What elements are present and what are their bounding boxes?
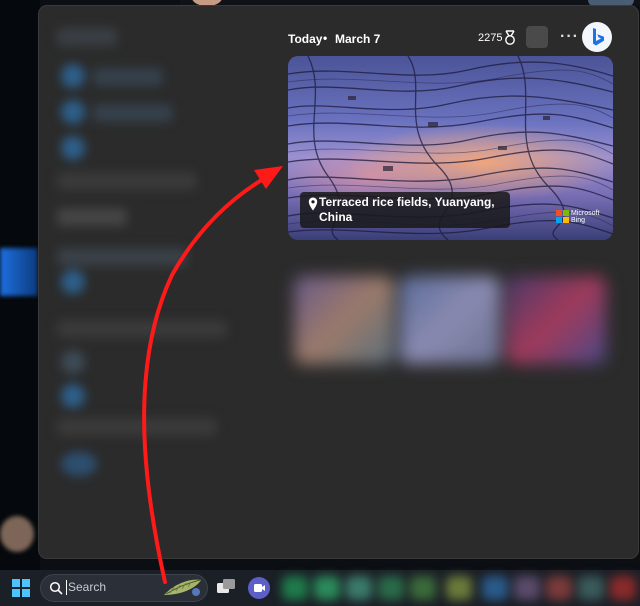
bing-icon <box>593 28 604 46</box>
image-caption-text: Terraced rice fields, Yuanyang, China <box>319 195 495 224</box>
background-selected-item <box>0 248 38 296</box>
search-highlight-feather-icon[interactable] <box>160 576 204 598</box>
widgets-panel: Today • March 7 2275 ··· Terraced rice f… <box>39 6 638 558</box>
bing-button[interactable] <box>582 22 612 52</box>
location-pin-icon <box>308 197 318 211</box>
microsoft-bing-brand: Microsoft Bing <box>571 210 599 224</box>
blurred-news-cards <box>288 276 608 366</box>
teams-chat-icon[interactable] <box>248 577 270 599</box>
search-placeholder: Search <box>68 580 107 594</box>
rewards-points[interactable]: 2275 <box>478 32 502 44</box>
blurred-widgets-column <box>47 20 247 490</box>
more-options-button[interactable]: ··· <box>560 28 579 46</box>
bing-image-card[interactable]: Terraced rice fields, Yuanyang, China Mi… <box>288 56 613 240</box>
background-avatar <box>0 516 34 552</box>
taskbar: Search <box>0 570 640 606</box>
text-caret <box>66 580 67 595</box>
widgets-header: Today • March 7 2275 ··· <box>288 22 618 52</box>
today-label: Today <box>288 32 323 46</box>
brand-line-1: Microsoft <box>571 210 600 217</box>
date-label: March 7 <box>335 32 381 46</box>
blurred-taskbar-apps <box>278 572 640 604</box>
search-icon <box>49 581 63 595</box>
task-view-icon[interactable] <box>216 578 236 596</box>
windows-start-icon[interactable] <box>12 579 30 597</box>
profile-avatar[interactable] <box>526 26 548 48</box>
date-separator: • <box>323 31 328 45</box>
microsoft-logo-icon <box>556 210 569 223</box>
image-caption[interactable]: Terraced rice fields, Yuanyang, China <box>300 192 510 228</box>
brand-line-2: Bing <box>571 217 586 224</box>
background-app-sidebar <box>0 0 40 570</box>
rewards-medal-icon[interactable] <box>503 30 517 46</box>
